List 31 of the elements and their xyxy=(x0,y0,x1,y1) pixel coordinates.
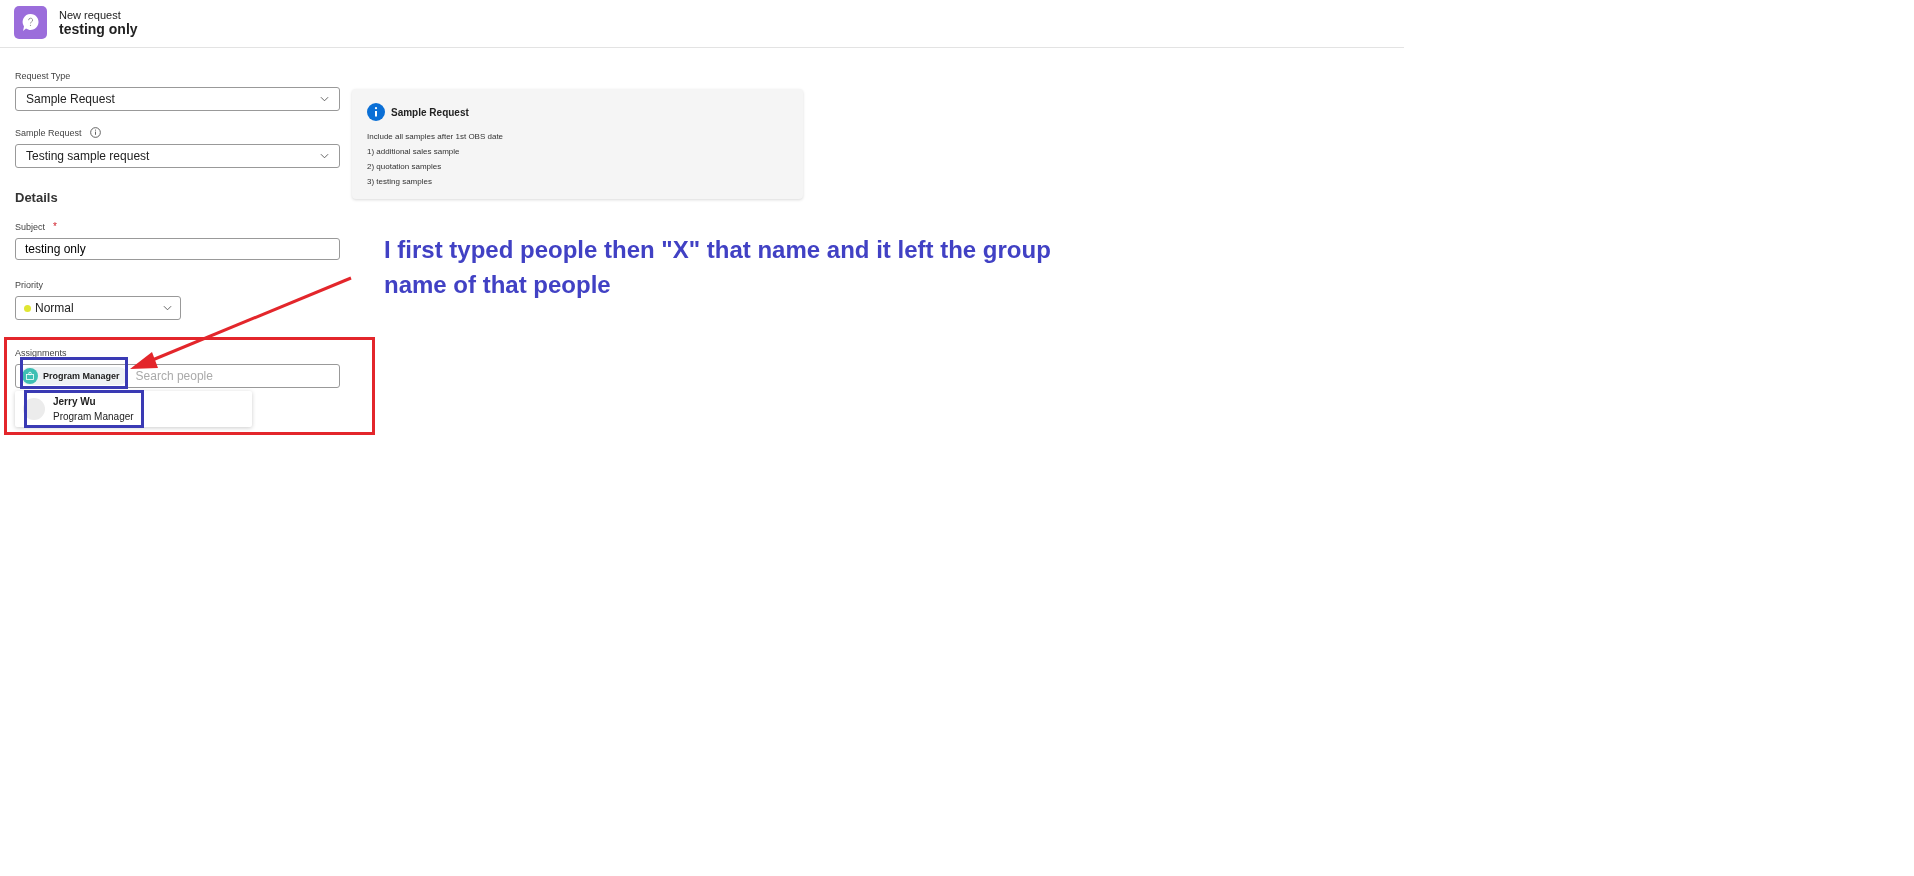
info-icon xyxy=(367,103,385,121)
required-mark: * xyxy=(53,221,57,232)
card-text-line: 1) additional sales sample xyxy=(367,146,461,158)
chevron-down-icon xyxy=(320,153,329,159)
card-title: Sample Request xyxy=(391,106,469,118)
person-name: Jerry Wu xyxy=(53,395,97,409)
field-label: Sample Request xyxy=(15,127,82,138)
card-text-line: 3) testing samples xyxy=(367,176,433,188)
chevron-down-icon xyxy=(320,96,329,102)
sample-request-dropdown[interactable]: Testing sample request xyxy=(15,144,340,168)
card-text-line: Include all samples after 1st OBS date xyxy=(367,131,505,143)
subject-input[interactable]: testing only xyxy=(15,238,340,260)
group-avatar-icon xyxy=(22,368,38,384)
help-chat-icon xyxy=(14,6,47,39)
chevron-down-icon xyxy=(163,305,172,311)
field-label: Priority xyxy=(15,280,44,290)
page-title: testing only xyxy=(59,20,138,37)
person-role: Program Manager xyxy=(53,410,134,424)
field-label: Request Type xyxy=(15,71,72,81)
suggestion-item[interactable]: Jerry Wu Program Manager xyxy=(15,391,252,427)
people-picker-field[interactable]: Program Manager Search people xyxy=(15,364,340,388)
card-text-line: 2) quotation samples xyxy=(367,161,443,173)
page-subtitle: New request xyxy=(59,8,122,21)
section-heading: Details xyxy=(15,190,59,205)
priority-dropdown[interactable]: Normal xyxy=(15,296,181,320)
request-type-dropdown[interactable]: Sample Request xyxy=(15,87,340,111)
field-label: Assignments xyxy=(15,348,68,358)
annotation-note: I first typed people then "X" that name and it left the group name of that people xyxy=(384,235,1052,300)
info-icon[interactable] xyxy=(89,127,101,138)
group-chip[interactable]: Program Manager xyxy=(20,367,128,385)
field-label: Subject xyxy=(15,221,46,232)
